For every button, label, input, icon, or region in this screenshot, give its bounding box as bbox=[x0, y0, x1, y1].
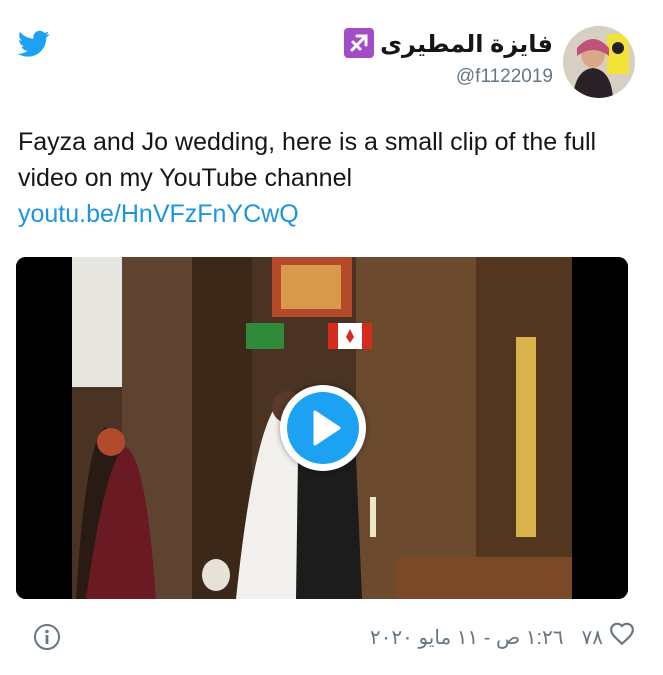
twitter-bird-icon[interactable] bbox=[18, 30, 50, 58]
display-name[interactable]: فايزة المطيرى bbox=[344, 28, 553, 59]
tweet-link[interactable]: youtu.be/HnVFzFnYCwQ bbox=[18, 200, 299, 229]
timestamp[interactable]: ١:٢٦ ص - ١١ مايو ٢٠٢٠ bbox=[370, 625, 564, 650]
tweet-footer: ١:٢٦ ص - ١١ مايو ٢٠٢٠ ٧٨ bbox=[370, 622, 635, 652]
user-handle[interactable]: @f1122019 bbox=[456, 66, 553, 88]
info-icon[interactable] bbox=[32, 622, 62, 652]
heart-icon[interactable] bbox=[609, 621, 635, 653]
likes-count: ٧٨ bbox=[581, 626, 603, 649]
tweet-text: Fayza and Jo wedding, here is a small cl… bbox=[18, 128, 597, 192]
tweet-author[interactable]: فايزة المطيرى @f1122019 bbox=[215, 22, 635, 102]
video-player[interactable] bbox=[16, 257, 628, 599]
play-button[interactable] bbox=[280, 385, 366, 471]
avatar[interactable] bbox=[563, 26, 635, 98]
like-action[interactable]: ٧٨ bbox=[582, 621, 635, 653]
play-icon bbox=[287, 392, 359, 464]
sagittarius-icon bbox=[344, 28, 375, 58]
